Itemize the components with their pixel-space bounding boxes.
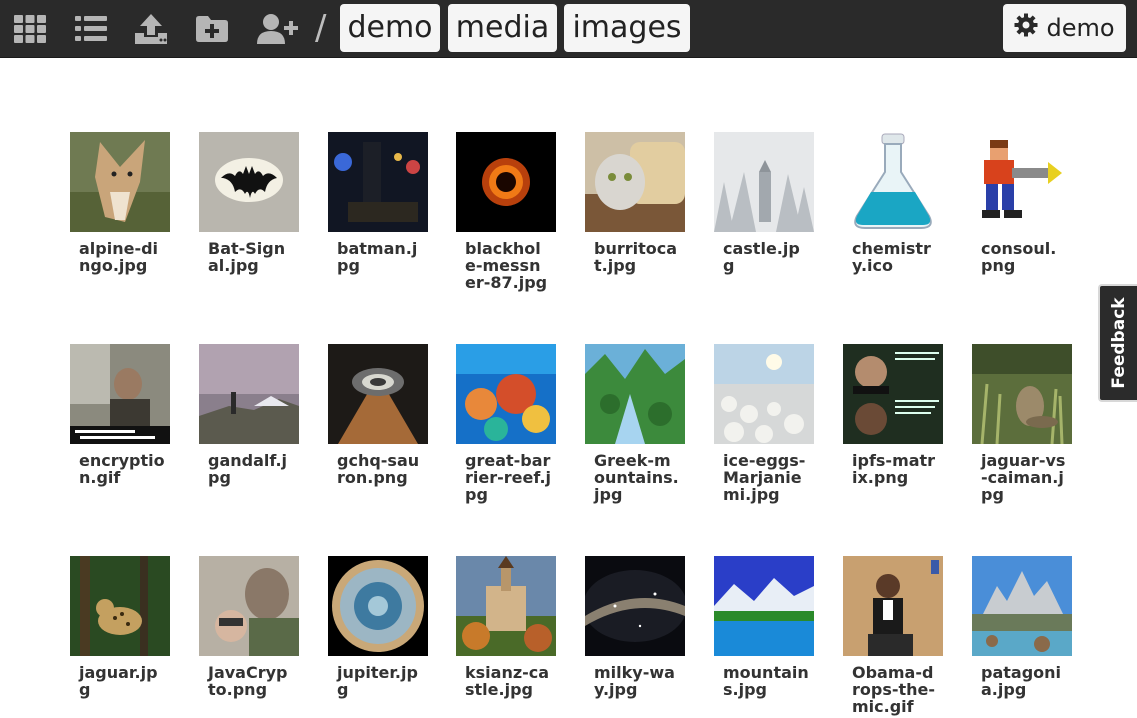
file-thumbnail[interactable] — [456, 556, 556, 656]
file-thumbnail[interactable] — [585, 556, 685, 656]
file-thumbnail[interactable] — [199, 556, 299, 656]
file-grid: alpine-dingo.jpg Bat-Signal.jpg batman.j… — [0, 0, 1137, 718]
file-thumbnail[interactable] — [843, 132, 943, 232]
file-name[interactable]: chemistry.ico — [852, 240, 938, 274]
file-name[interactable]: great-barrier-reef.jpg — [465, 452, 551, 503]
file-name[interactable]: JavaCrypto.png — [208, 664, 294, 698]
file-thumbnail[interactable] — [714, 556, 814, 656]
file-thumbnail[interactable] — [456, 344, 556, 444]
file-name[interactable]: Obama-drops-the-mic.gif — [852, 664, 938, 715]
file-thumbnail[interactable] — [585, 344, 685, 444]
file-name[interactable]: burritocat.jpg — [594, 240, 680, 274]
file-name[interactable]: alpine-dingo.jpg — [79, 240, 165, 274]
file-thumbnail[interactable] — [199, 132, 299, 232]
file-name[interactable]: consoul.png — [981, 240, 1067, 274]
file-name[interactable]: Bat-Signal.jpg — [208, 240, 294, 274]
file-thumbnail[interactable] — [714, 344, 814, 444]
file-name[interactable]: encryption.gif — [79, 452, 165, 486]
file-thumbnail[interactable] — [328, 556, 428, 656]
file-name[interactable]: blackhole-messner-87.jpg — [465, 240, 551, 291]
file-thumbnail[interactable] — [328, 344, 428, 444]
file-thumbnail[interactable] — [70, 132, 170, 232]
file-name[interactable]: gandalf.jpg — [208, 452, 294, 486]
file-thumbnail[interactable] — [199, 344, 299, 444]
feedback-tab[interactable]: Feedback — [1098, 284, 1137, 402]
file-thumbnail[interactable] — [585, 132, 685, 232]
file-thumbnail[interactable] — [70, 344, 170, 444]
file-name[interactable]: ice-eggs-Marjanie mi.jpg — [723, 452, 809, 503]
file-thumbnail[interactable] — [843, 344, 943, 444]
feedback-label: Feedback — [1108, 297, 1129, 389]
file-name[interactable]: ksianz-castle.jpg — [465, 664, 551, 698]
file-thumbnail[interactable] — [972, 556, 1072, 656]
file-name[interactable]: mountains.jpg — [723, 664, 809, 698]
file-thumbnail[interactable] — [972, 344, 1072, 444]
file-name[interactable]: patagonia.jpg — [981, 664, 1067, 698]
file-name[interactable]: castle.jpg — [723, 240, 809, 274]
file-name[interactable]: milky-way.jpg — [594, 664, 680, 698]
file-name[interactable]: jupiter.jpg — [337, 664, 423, 698]
file-name[interactable]: jaguar-vs-caiman.jpg — [981, 452, 1067, 503]
file-name[interactable]: batman.jpg — [337, 240, 423, 274]
file-name[interactable]: ipfs-matrix.png — [852, 452, 938, 486]
file-name[interactable]: jaguar.jpg — [79, 664, 165, 698]
file-thumbnail[interactable] — [70, 556, 170, 656]
file-thumbnail[interactable] — [456, 132, 556, 232]
file-thumbnail[interactable] — [714, 132, 814, 232]
file-name[interactable]: gchq-sauron.png — [337, 452, 423, 486]
file-thumbnail[interactable] — [328, 132, 428, 232]
file-thumbnail[interactable] — [843, 556, 943, 656]
file-thumbnail[interactable] — [972, 132, 1072, 232]
file-name[interactable]: Greek-mountains.jpg — [594, 452, 680, 503]
